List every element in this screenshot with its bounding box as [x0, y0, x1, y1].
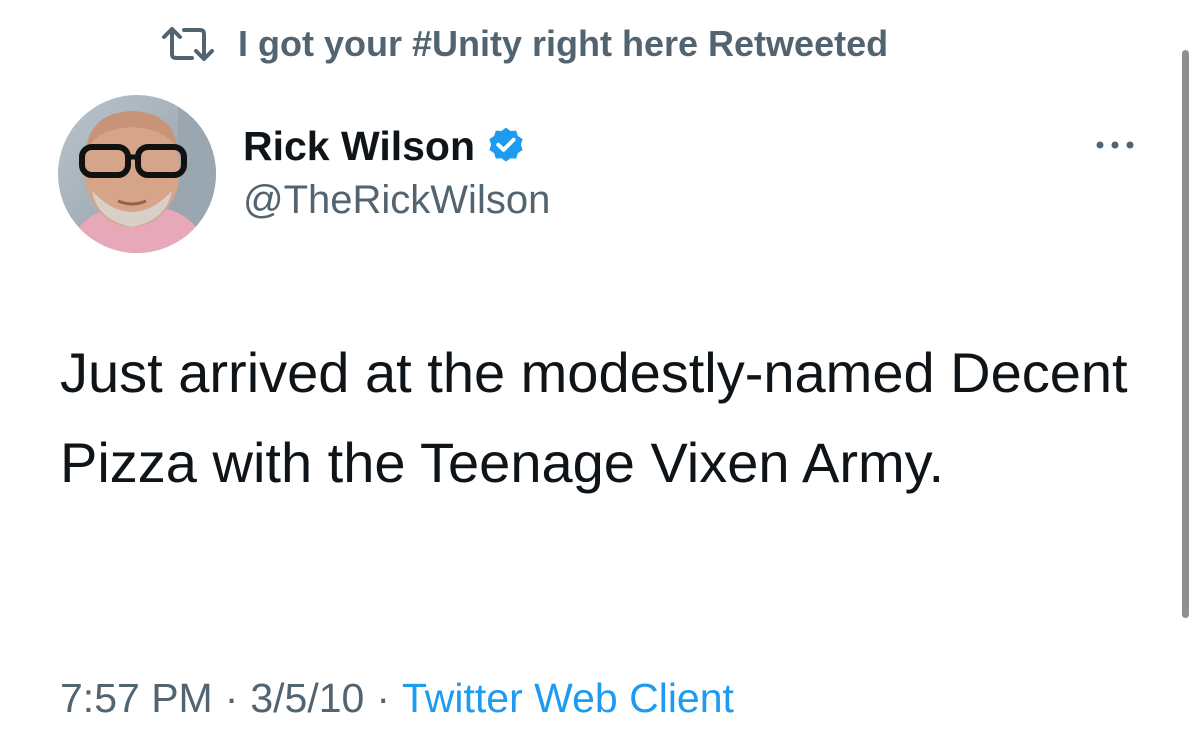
tweet-metadata: 7:57 PM · 3/5/10 · Twitter Web Client	[60, 670, 734, 726]
retweeted-by-text: I got your #Unity right here Retweeted	[238, 23, 889, 64]
tweet-detail-view: I got your #Unity right here Retweeted R…	[0, 0, 1200, 744]
meta-separator: ·	[376, 674, 391, 721]
avatar[interactable]	[58, 95, 216, 253]
social-context[interactable]: I got your #Unity right here Retweeted	[160, 20, 888, 68]
author-display-name[interactable]: Rick Wilson	[243, 123, 475, 170]
verified-badge-icon	[489, 127, 523, 162]
tweet-source-link[interactable]: Twitter Web Client	[402, 675, 734, 722]
tweet-text: Just arrived at the modestly-named Decen…	[60, 341, 1128, 494]
more-options-icon	[1096, 141, 1134, 149]
scrollbar[interactable]	[1182, 50, 1189, 618]
tweet-date[interactable]: 3/5/10	[250, 675, 364, 722]
avatar-image	[58, 95, 216, 253]
tweet-time[interactable]: 7:57 PM	[60, 675, 213, 722]
more-options-button[interactable]	[1090, 130, 1140, 160]
meta-separator: ·	[224, 674, 239, 721]
retweet-icon	[162, 27, 214, 61]
author-name-row[interactable]: Rick Wilson	[243, 118, 527, 174]
author-handle[interactable]: @TheRickWilson	[243, 178, 550, 223]
